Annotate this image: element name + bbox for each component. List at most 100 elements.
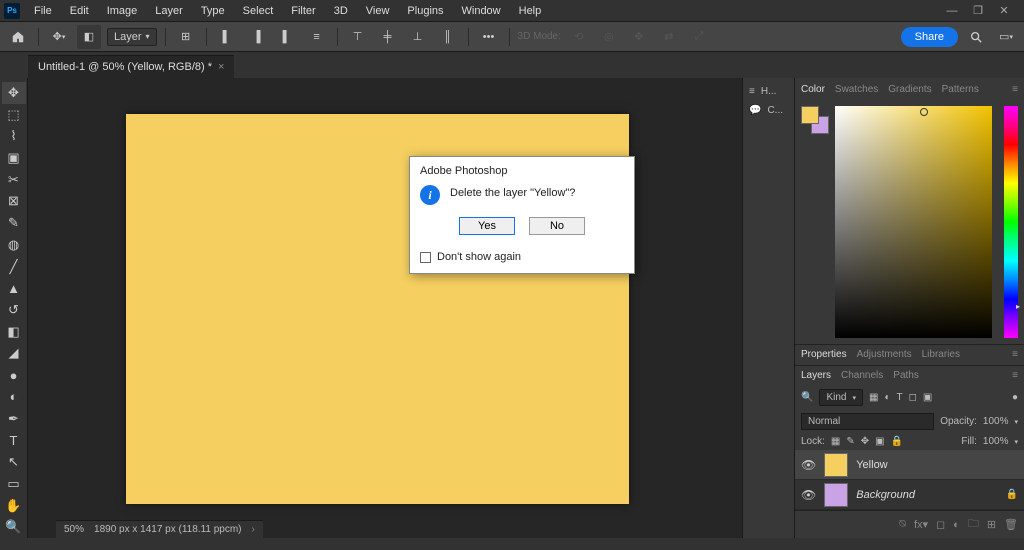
move-tool[interactable]: ✥ <box>2 82 26 104</box>
no-button[interactable]: No <box>529 217 585 235</box>
object-select-tool-icon[interactable]: ▣ <box>2 147 26 169</box>
menu-type[interactable]: Type <box>193 3 233 19</box>
menu-help[interactable]: Help <box>511 3 550 19</box>
history-brush-tool-icon[interactable]: ↺ <box>2 299 26 321</box>
new-layer-icon[interactable]: ⊞ <box>987 518 996 531</box>
distribute-top-icon[interactable]: ⊤ <box>346 25 370 49</box>
search-icon[interactable] <box>964 25 988 49</box>
filter-adjust-icon[interactable]: ◐ <box>884 392 890 403</box>
align-center-h-icon[interactable]: ▐ <box>245 25 269 49</box>
layer-row[interactable]: 👁Background🔒 <box>795 480 1024 510</box>
hue-slider[interactable] <box>1004 106 1018 338</box>
layer-thumbnail[interactable] <box>824 453 848 477</box>
tab-layers[interactable]: Layers <box>801 370 831 381</box>
menu-file[interactable]: File <box>26 3 60 19</box>
status-chevron-icon[interactable]: › <box>252 524 255 535</box>
layers-menu-icon[interactable]: ≡ <box>1012 370 1018 381</box>
layer-mask-icon[interactable]: ◻ <box>936 518 945 531</box>
menu-select[interactable]: Select <box>235 3 282 19</box>
transform-controls-icon[interactable]: ⊞ <box>174 25 198 49</box>
brush-tool-icon[interactable]: ╱ <box>2 256 26 278</box>
menu-image[interactable]: Image <box>99 3 146 19</box>
zoom-level[interactable]: 50% <box>64 524 84 535</box>
color-panel-menu-icon[interactable]: ≡ <box>1012 84 1018 95</box>
dont-show-checkbox[interactable] <box>420 252 431 263</box>
history-panel-icon[interactable]: ≡ H... <box>743 82 794 101</box>
blur-tool-icon[interactable]: ● <box>2 364 26 386</box>
more-options-icon[interactable]: ••• <box>477 25 501 49</box>
distribute-vcenter-icon[interactable]: ╪ <box>376 25 400 49</box>
opacity-value[interactable]: 100% <box>983 416 1009 427</box>
distribute-bottom-icon[interactable]: ⊥ <box>406 25 430 49</box>
distribute-more-icon[interactable]: ║ <box>436 25 460 49</box>
fg-bg-swatch[interactable] <box>801 106 829 134</box>
fill-value[interactable]: 100% <box>983 436 1009 447</box>
menu-edit[interactable]: Edit <box>62 3 97 19</box>
menu-window[interactable]: Window <box>454 3 509 19</box>
tab-patterns[interactable]: Patterns <box>942 84 979 95</box>
close-tab-icon[interactable]: × <box>218 61 224 73</box>
layer-thumbnail[interactable] <box>824 483 848 507</box>
link-layers-icon[interactable]: ⍉ <box>899 518 906 531</box>
menu-filter[interactable]: Filter <box>283 3 323 19</box>
lock-artboard-icon[interactable]: ▣ <box>875 436 884 447</box>
eraser-tool-icon[interactable]: ◧ <box>2 321 26 343</box>
color-picker[interactable] <box>835 106 992 338</box>
tab-channels[interactable]: Channels <box>841 370 883 381</box>
path-select-tool-icon[interactable]: ↖ <box>2 451 26 473</box>
tab-swatches[interactable]: Swatches <box>835 84 878 95</box>
visibility-icon[interactable]: 👁 <box>801 488 816 502</box>
crop-tool-icon[interactable]: ✂ <box>2 169 26 191</box>
workspace-icon[interactable]: ▭▾ <box>994 25 1018 49</box>
adjustment-layer-icon[interactable]: ◐ <box>953 519 960 531</box>
shape-tool-icon[interactable]: ▭ <box>2 473 26 495</box>
tab-paths[interactable]: Paths <box>893 370 919 381</box>
eyedropper-tool-icon[interactable]: ✎ <box>2 212 26 234</box>
lock-position-icon[interactable]: ✥ <box>861 436 869 447</box>
tab-adjustments[interactable]: Adjustments <box>857 349 912 360</box>
gradient-tool-icon[interactable]: ◢ <box>2 343 26 365</box>
lasso-tool-icon[interactable]: ⌇ <box>2 125 26 147</box>
blend-mode-select[interactable]: Normal <box>801 413 934 430</box>
delete-layer-icon[interactable]: 🗑 <box>1004 518 1018 531</box>
hand-tool-icon[interactable]: ✋ <box>2 495 26 517</box>
zoom-tool-icon[interactable]: 🔍 <box>2 516 26 538</box>
filter-shape-icon[interactable]: ◻ <box>909 392 917 403</box>
dodge-tool-icon[interactable]: ◐ <box>2 386 26 408</box>
fg-color-swatch[interactable] <box>801 106 819 124</box>
lock-transparent-icon[interactable]: ▦ <box>831 436 840 447</box>
share-button[interactable]: Share <box>901 27 958 47</box>
group-layers-icon[interactable]: 🗀 <box>968 515 979 534</box>
menu-3d[interactable]: 3D <box>326 3 356 19</box>
filter-smart-icon[interactable]: ▣ <box>923 392 932 403</box>
close-icon[interactable]: ✕ <box>996 3 1012 19</box>
frame-tool-icon[interactable]: ⊠ <box>2 191 26 213</box>
tab-libraries[interactable]: Libraries <box>922 349 960 360</box>
comments-panel-icon[interactable]: 💬 C... <box>743 101 794 120</box>
menu-plugins[interactable]: Plugins <box>399 3 451 19</box>
document-tab[interactable]: Untitled-1 @ 50% (Yellow, RGB/8) * × <box>28 55 234 78</box>
visibility-icon[interactable]: 👁 <box>801 458 816 472</box>
layer-fx-icon[interactable]: fx▾ <box>914 518 928 531</box>
tab-gradients[interactable]: Gradients <box>888 84 931 95</box>
align-more-icon[interactable]: ≡ <box>305 25 329 49</box>
stamp-tool-icon[interactable]: ▲ <box>2 277 26 299</box>
type-tool-icon[interactable]: T <box>2 430 26 452</box>
properties-menu-icon[interactable]: ≡ <box>1012 349 1018 360</box>
yes-button[interactable]: Yes <box>459 217 515 235</box>
filter-pixel-icon[interactable]: ▦ <box>869 392 878 403</box>
tab-properties[interactable]: Properties <box>801 349 847 360</box>
lock-all-icon[interactable]: 🔒 <box>891 436 903 447</box>
menu-view[interactable]: View <box>358 3 398 19</box>
align-left-icon[interactable]: ▌ <box>215 25 239 49</box>
align-right-icon[interactable]: ▌ <box>275 25 299 49</box>
layer-row[interactable]: 👁Yellow <box>795 450 1024 480</box>
filter-type-icon[interactable]: T <box>896 392 902 403</box>
menu-layer[interactable]: Layer <box>147 3 191 19</box>
target-select[interactable]: Layer▾ <box>107 28 157 46</box>
tab-color[interactable]: Color <box>801 84 825 95</box>
marquee-tool-icon[interactable]: ⬚ <box>2 104 26 126</box>
lock-icon[interactable]: 🔒 <box>1006 489 1018 500</box>
healing-tool-icon[interactable]: ◍ <box>2 234 26 256</box>
move-tool-icon[interactable]: ✥▾ <box>47 25 71 49</box>
